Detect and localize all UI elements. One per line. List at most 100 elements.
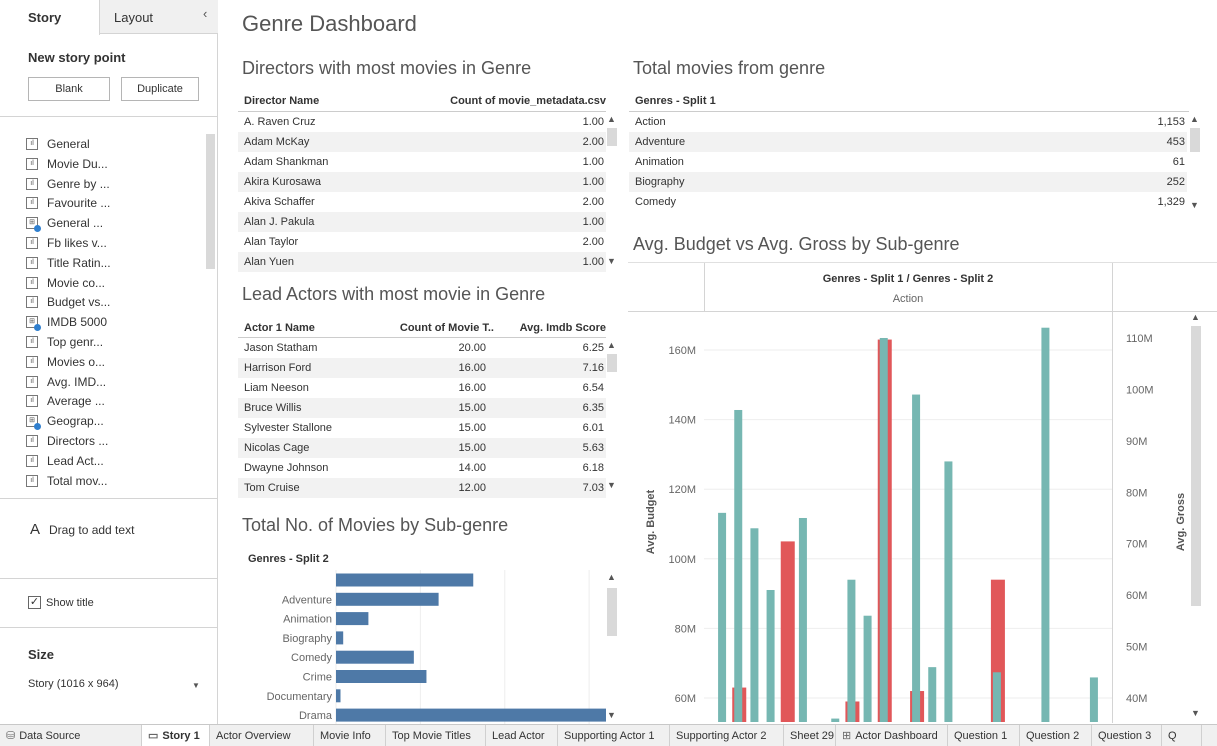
scroll-up-icon[interactable]: ▲ xyxy=(1191,312,1200,322)
story-point-item[interactable]: ıl Movie co... xyxy=(26,273,105,293)
bar[interactable] xyxy=(336,689,341,703)
sheet-tab[interactable]: Q xyxy=(1162,725,1202,746)
story-point-item[interactable]: ıl Avg. IMD... xyxy=(26,372,106,392)
scroll-down-icon[interactable]: ▼ xyxy=(1191,708,1200,718)
bar[interactable] xyxy=(336,573,474,587)
bar[interactable] xyxy=(336,592,439,606)
chevron-left-icon[interactable]: ‹ xyxy=(203,6,207,21)
story-point-item[interactable]: ıl Favourite ... xyxy=(26,193,110,213)
table-row[interactable]: Harrison Ford 16.00 7.16 xyxy=(238,358,606,378)
table-row[interactable]: Sylvester Stallone 15.00 6.01 xyxy=(238,418,606,438)
table-row[interactable]: Adam McKay 2.00 xyxy=(238,132,606,152)
show-title-checkbox[interactable]: ✓ Show title xyxy=(28,596,94,609)
sheet-tab[interactable]: Movie Info xyxy=(314,725,386,746)
table-row[interactable]: Comedy 1,329 xyxy=(629,192,1187,212)
story-point-item[interactable]: ıl Fb likes v... xyxy=(26,233,107,253)
chevron-down-icon[interactable]: ▼ xyxy=(192,681,200,690)
gross-bar[interactable] xyxy=(1041,327,1050,722)
bar[interactable] xyxy=(336,650,414,664)
gross-bar[interactable] xyxy=(992,672,1001,722)
story-point-item[interactable]: ıl Top genr... xyxy=(26,332,103,352)
story-point-item[interactable]: ıl Movie Du... xyxy=(26,154,108,174)
gross-bar[interactable] xyxy=(798,517,807,722)
bar[interactable] xyxy=(336,631,344,645)
table-row[interactable]: Dwayne Johnson 14.00 6.18 xyxy=(238,458,606,478)
sheet-tab[interactable]: ⊞ Actor Dashboard xyxy=(836,725,948,746)
story-point-item[interactable]: ıl Genre by ... xyxy=(26,174,110,194)
blank-button[interactable]: Blank xyxy=(28,77,110,101)
budget-bar[interactable] xyxy=(780,541,795,722)
directors-scrollbar[interactable]: ▲ ▼ xyxy=(606,112,618,272)
table-row[interactable]: Adam Shankman 1.00 xyxy=(238,152,606,172)
scroll-down-icon[interactable]: ▼ xyxy=(607,256,616,266)
gross-bar[interactable] xyxy=(944,461,953,722)
size-dropdown[interactable]: Story (1016 x 964) xyxy=(28,678,200,690)
story-point-item[interactable]: ıl Budget vs... xyxy=(26,292,110,312)
story-point-item[interactable]: ıl Average ... xyxy=(26,391,105,411)
scroll-thumb[interactable] xyxy=(607,354,617,372)
table-row[interactable]: Akiva Schaffer 2.00 xyxy=(238,192,606,212)
scroll-up-icon[interactable]: ▲ xyxy=(607,572,616,582)
subgenre-scrollbar[interactable]: ▲ ▼ xyxy=(606,570,618,722)
bar[interactable] xyxy=(336,708,606,722)
scroll-down-icon[interactable]: ▼ xyxy=(1190,200,1199,210)
table-row[interactable]: Alan Yuen 1.00 xyxy=(238,252,606,272)
table-row[interactable]: Alan Taylor 2.00 xyxy=(238,232,606,252)
scroll-thumb[interactable] xyxy=(607,588,617,636)
table-row[interactable]: Akira Kurosawa 1.00 xyxy=(238,172,606,192)
table-row[interactable]: Liam Neeson 16.00 6.54 xyxy=(238,378,606,398)
table-row[interactable]: Jason Statham 20.00 6.25 xyxy=(238,338,606,358)
story-point-item[interactable]: ıl Lead Act... xyxy=(26,451,104,471)
scroll-thumb[interactable] xyxy=(607,128,617,146)
table-row[interactable]: Tom Cruise 12.00 7.03 xyxy=(238,478,606,498)
sheet-tab[interactable]: ⛁ Data Source xyxy=(0,725,142,746)
sheet-tab[interactable]: Supporting Actor 2 xyxy=(670,725,784,746)
table-row[interactable]: Adventure 453 xyxy=(629,132,1187,152)
sheet-tab[interactable]: Lead Actor xyxy=(486,725,558,746)
table-row[interactable]: Bruce Willis 15.00 6.35 xyxy=(238,398,606,418)
table-row[interactable]: Biography 252 xyxy=(629,172,1187,192)
story-point-item[interactable]: ıl General xyxy=(26,134,90,154)
scroll-up-icon[interactable]: ▲ xyxy=(607,114,616,124)
gross-bar[interactable] xyxy=(879,337,888,722)
gross-bar[interactable] xyxy=(863,615,872,722)
scroll-up-icon[interactable]: ▲ xyxy=(607,340,616,350)
sheet-tab[interactable]: Question 1 xyxy=(948,725,1020,746)
story-point-item[interactable]: ⊞ General ... xyxy=(26,213,103,233)
scroll-thumb[interactable] xyxy=(1190,128,1200,152)
lead-actors-scrollbar[interactable]: ▲ ▼ xyxy=(606,338,618,496)
scroll-down-icon[interactable]: ▼ xyxy=(607,480,616,490)
gross-bar[interactable] xyxy=(718,512,727,722)
sheet-tab[interactable]: Supporting Actor 1 xyxy=(558,725,670,746)
budget-gross-scrollbar[interactable]: ▲ ▼ xyxy=(1190,312,1202,722)
story-point-item[interactable]: ⊞ Geograp... xyxy=(26,411,104,431)
story-point-item[interactable]: ⊞ IMDB 5000 xyxy=(26,312,107,332)
sheet-tab[interactable]: Actor Overview xyxy=(210,725,314,746)
bar[interactable] xyxy=(336,670,427,683)
story-point-item[interactable]: ıl Movies o... xyxy=(26,352,105,372)
sheet-tab[interactable]: Sheet 29 xyxy=(784,725,836,746)
table-row[interactable]: Action 1,153 xyxy=(629,112,1187,132)
sheet-tab[interactable]: Top Movie Titles xyxy=(386,725,486,746)
story-point-item[interactable]: ıl Directors ... xyxy=(26,431,108,451)
gross-bar[interactable] xyxy=(847,579,856,722)
duplicate-button[interactable]: Duplicate xyxy=(121,77,199,101)
gross-bar[interactable] xyxy=(831,718,840,722)
sheet-list-scrollbar[interactable] xyxy=(206,134,215,269)
sheet-tab[interactable]: ▭ Story 1 xyxy=(142,725,210,746)
drag-to-add-text[interactable]: A Drag to add text xyxy=(30,521,134,538)
tab-story[interactable]: Story xyxy=(0,0,100,35)
sheet-tab[interactable]: Question 3 xyxy=(1092,725,1162,746)
table-row[interactable]: Animation 61 xyxy=(629,152,1187,172)
table-row[interactable]: Alan J. Pakula 1.00 xyxy=(238,212,606,232)
table-row[interactable]: A. Raven Cruz 1.00 xyxy=(238,112,606,132)
gross-bar[interactable] xyxy=(928,667,937,722)
gross-bar[interactable] xyxy=(766,589,775,722)
gross-bar[interactable] xyxy=(750,528,759,722)
gross-bar[interactable] xyxy=(1089,677,1098,722)
sheet-tab[interactable]: Question 2 xyxy=(1020,725,1092,746)
gross-bar[interactable] xyxy=(734,409,743,722)
scroll-down-icon[interactable]: ▼ xyxy=(607,710,616,720)
scroll-thumb[interactable] xyxy=(1191,326,1201,606)
table-row[interactable]: Nicolas Cage 15.00 5.63 xyxy=(238,438,606,458)
